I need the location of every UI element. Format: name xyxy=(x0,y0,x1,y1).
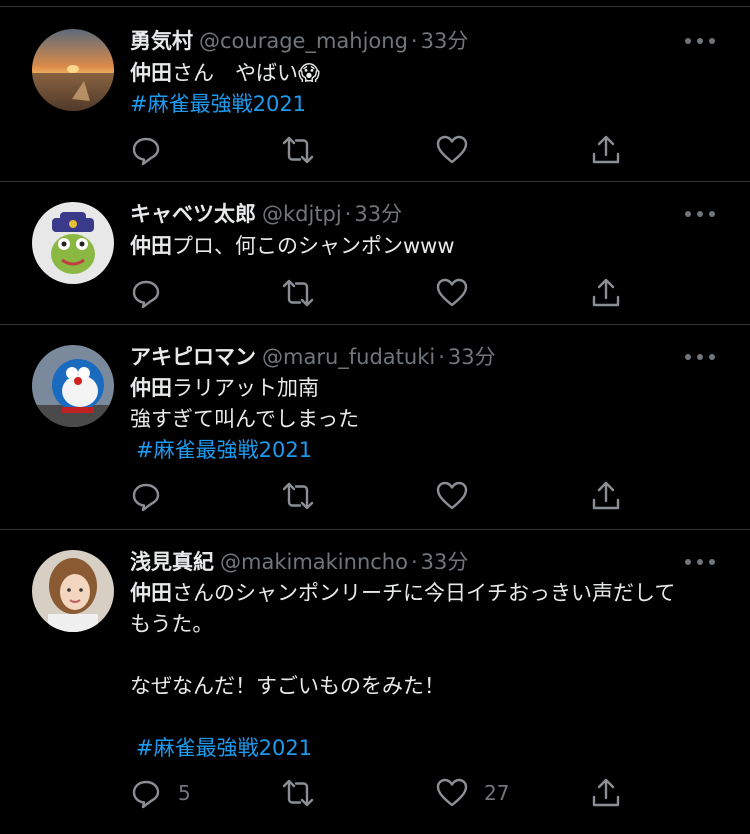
share-icon xyxy=(592,135,620,164)
reply-button[interactable] xyxy=(130,479,162,513)
share-icon xyxy=(592,278,620,307)
bold-name: 仲田 xyxy=(130,376,172,400)
retweet-button[interactable] xyxy=(282,479,314,513)
heart-icon xyxy=(436,481,468,510)
hashtag-link[interactable]: #麻雀最強戦2021 xyxy=(136,435,730,466)
display-name[interactable]: 勇気村 xyxy=(130,29,193,53)
reply-count: 5 xyxy=(178,781,191,805)
text-line: さんのシャンポンリーチに今日イチおっきい声だして xyxy=(172,581,676,605)
retweet-button[interactable] xyxy=(282,776,314,810)
tweet-header: アキピロマン @maru_fudatuki · 33分 xyxy=(130,345,496,369)
tweet-header: 浅見真紀 @makimakinncho · 33分 xyxy=(130,550,469,574)
reply-button[interactable]: 5 xyxy=(130,776,191,810)
tweet-2[interactable]: キャベツ太郎 @kdjtpj · 33分 仲田プロ、何このシャンポンwww xyxy=(0,182,750,325)
reply-icon xyxy=(132,780,160,809)
heart-icon xyxy=(436,778,468,807)
retweet-button[interactable] xyxy=(282,133,314,167)
like-button[interactable] xyxy=(436,479,468,513)
hashtag-link[interactable]: #麻雀最強戦2021 xyxy=(136,733,730,764)
action-bar xyxy=(130,133,730,167)
more-options-icon[interactable] xyxy=(683,31,717,51)
avatar-woman-photo[interactable] xyxy=(32,550,114,632)
bold-name: 仲田 xyxy=(130,61,172,85)
share-button[interactable] xyxy=(590,276,622,310)
text-line: なぜなんだ！すごいものをみた！ xyxy=(130,674,445,698)
action-bar xyxy=(130,276,730,310)
timestamp[interactable]: 33分 xyxy=(421,550,469,574)
reply-icon xyxy=(132,280,160,309)
hashtag-link[interactable]: #麻雀最強戦2021 xyxy=(130,89,730,120)
timestamp[interactable]: 33分 xyxy=(421,29,469,53)
user-handle[interactable]: @courage_mahjong xyxy=(199,29,408,53)
more-options-icon[interactable] xyxy=(683,204,717,224)
text-line: 強すぎて叫んでしまった xyxy=(130,407,360,431)
text-line: プロ、何このシャンポンwww xyxy=(172,234,455,258)
tweet-text: 仲田さん やばい😱 #麻雀最強戦2021 xyxy=(130,58,730,120)
bold-name: 仲田 xyxy=(130,581,172,605)
avatar-frog-character[interactable] xyxy=(32,202,114,284)
share-button[interactable] xyxy=(590,776,622,810)
display-name[interactable]: アキピロマン xyxy=(130,345,256,369)
share-icon xyxy=(592,778,620,807)
user-handle[interactable]: @maru_fudatuki xyxy=(262,345,435,369)
tweet-text: 仲田ラリアット加南強すぎて叫んでしまった #麻雀最強戦2021 xyxy=(130,373,730,466)
retweet-icon xyxy=(282,779,314,807)
reply-icon xyxy=(132,137,160,166)
action-bar: 5 27 xyxy=(130,776,730,810)
retweet-button[interactable] xyxy=(282,276,314,310)
tweet-4[interactable]: 浅見真紀 @makimakinncho · 33分 仲田さんのシャンポンリーチに今日イ… xyxy=(0,530,750,834)
like-count: 27 xyxy=(484,781,510,805)
tweet-header: 勇気村 @courage_mahjong · 33分 xyxy=(130,29,469,53)
tweet-header: キャベツ太郎 @kdjtpj · 33分 xyxy=(130,202,403,226)
share-button[interactable] xyxy=(590,479,622,513)
text-line: ラリアット加南 xyxy=(172,376,319,400)
tweet-text: 仲田プロ、何このシャンポンwww xyxy=(130,231,730,262)
bold-name: 仲田 xyxy=(130,234,172,258)
display-name[interactable]: キャベツ太郎 xyxy=(130,202,256,226)
like-button[interactable] xyxy=(436,133,468,167)
more-options-icon[interactable] xyxy=(683,552,717,572)
retweet-icon xyxy=(282,136,314,164)
share-button[interactable] xyxy=(590,133,622,167)
retweet-icon xyxy=(282,279,314,307)
tweet-1[interactable]: 勇気村 @courage_mahjong · 33分 仲田さん やばい😱 #麻雀最強戦2… xyxy=(0,7,750,182)
tweet-3[interactable]: アキピロマン @maru_fudatuki · 33分 仲田ラリアット加南強すぎて叫ん… xyxy=(0,325,750,530)
tweet-text: 仲田さんのシャンポンリーチに今日イチおっきい声だしてもうた。なぜなんだ！すごいも… xyxy=(130,578,730,764)
display-name[interactable]: 浅見真紀 xyxy=(130,550,214,574)
reply-button[interactable] xyxy=(130,276,162,310)
timestamp[interactable]: 33分 xyxy=(354,202,402,226)
reply-icon xyxy=(132,483,160,512)
reply-button[interactable] xyxy=(130,133,162,167)
retweet-icon xyxy=(282,482,314,510)
text-line: さん やばい😱 xyxy=(172,61,320,85)
avatar-blue-robot[interactable] xyxy=(32,345,114,427)
user-handle[interactable]: @kdjtpj xyxy=(262,202,342,226)
heart-icon xyxy=(436,278,468,307)
share-icon xyxy=(592,481,620,510)
more-options-icon[interactable] xyxy=(683,347,717,367)
like-button[interactable]: 27 xyxy=(436,776,509,810)
heart-icon xyxy=(436,135,468,164)
user-handle[interactable]: @makimakinncho xyxy=(220,550,408,574)
like-button[interactable] xyxy=(436,276,468,310)
avatar-sunset[interactable] xyxy=(32,29,114,111)
text-line: もうた。 xyxy=(130,612,214,636)
action-bar xyxy=(130,479,730,513)
timestamp[interactable]: 33分 xyxy=(448,345,496,369)
